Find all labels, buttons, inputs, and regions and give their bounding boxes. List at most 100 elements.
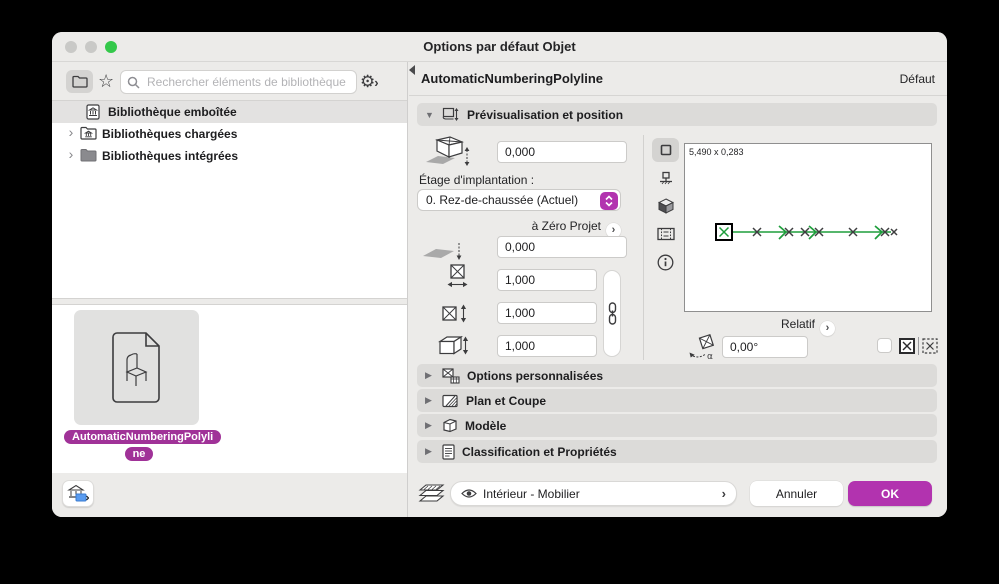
layers-icon	[418, 483, 445, 508]
folder-icon	[80, 148, 97, 165]
front-view-icon	[659, 171, 672, 185]
info-icon	[657, 254, 674, 270]
tree-item-embedded-library[interactable]: Bibliothèque emboîtée	[52, 101, 407, 123]
home-story-label: Étage d'implantation :	[419, 173, 535, 187]
anchor-dashed-icon[interactable]	[921, 337, 939, 355]
disclosure-closed-icon[interactable]: ▶	[425, 370, 435, 381]
tree-item-label: Bibliothèque emboîtée	[108, 105, 237, 119]
anchor-point-toggle	[898, 337, 939, 355]
relative-menu-button[interactable]: ›	[820, 320, 835, 336]
section-classification-properties[interactable]: ▶ Classification et Propriétés	[417, 440, 937, 463]
layer-value: Intérieur - Mobilier	[483, 486, 580, 501]
disclosure-closed-icon[interactable]: ▶	[425, 446, 435, 457]
elevation-input[interactable]	[497, 141, 627, 163]
view-info-button[interactable]	[652, 250, 679, 274]
chevron-right-icon: ›	[374, 74, 379, 90]
section-title: Options personnalisées	[467, 368, 604, 383]
expand-chevron-icon[interactable]: ›	[64, 146, 78, 162]
preview-dimensions-label: 5,490 x 0,283	[689, 147, 744, 157]
segment-divider	[918, 337, 919, 355]
depth-icon	[437, 335, 469, 361]
depth-input[interactable]	[497, 335, 597, 357]
chevron-right-icon: ›	[721, 486, 726, 501]
width-input[interactable]	[497, 269, 597, 291]
tree-item-loaded-libraries[interactable]: › Bibliothèques chargées	[52, 123, 407, 145]
view-movie-button[interactable]	[652, 222, 679, 246]
section-title: Modèle	[465, 418, 507, 433]
dialog-window: Options par défaut Objet ☆ ⚙› Bibliothèq…	[52, 32, 947, 517]
header-divider	[409, 95, 947, 96]
disclosure-open-icon[interactable]: ▼	[425, 110, 435, 120]
square-2d-icon	[660, 144, 671, 156]
elevation-to-story-icon	[424, 134, 472, 172]
view-3d-button[interactable]	[652, 194, 679, 218]
chain-link-icon	[608, 302, 616, 325]
object-settings-panel: AutomaticNumberingPolyline Défaut ▼ Prév…	[409, 62, 947, 517]
preview-position-icon	[442, 107, 459, 121]
section-plan-section[interactable]: ▶ Plan et Coupe	[417, 389, 937, 412]
search-field[interactable]	[120, 70, 357, 94]
rotation-input[interactable]	[722, 336, 808, 358]
section-title: Prévisualisation et position	[467, 107, 624, 122]
custom-settings-icon	[442, 367, 460, 384]
plan-section-icon	[442, 394, 458, 407]
bank-manager-icon	[67, 484, 89, 502]
object-thumbnail[interactable]	[74, 310, 199, 425]
gsm-document-chair-icon	[111, 331, 160, 403]
search-icon	[127, 76, 140, 89]
rotation-angle-icon: α	[687, 333, 719, 365]
tree-item-label: Bibliothèques chargées	[102, 127, 238, 141]
stepper-icon[interactable]	[600, 191, 618, 210]
relative-row: Relatif ›	[684, 317, 932, 336]
svg-text:α: α	[707, 352, 713, 360]
view-front-button[interactable]	[652, 166, 679, 190]
section-custom-settings[interactable]: ▶ Options personnalisées	[417, 364, 937, 387]
document-lines-icon	[442, 443, 455, 460]
library-manager-button[interactable]	[62, 480, 94, 507]
disclosure-closed-icon[interactable]: ▶	[425, 420, 435, 431]
settings-button[interactable]: ⚙ ›	[360, 70, 394, 94]
relative-label: Relatif	[780, 317, 815, 331]
width-icon	[447, 264, 468, 294]
folder-icon	[71, 75, 88, 88]
film-strip-icon	[656, 227, 675, 241]
favorites-star-icon[interactable]: ☆	[98, 69, 114, 93]
default-label: Défaut	[899, 72, 935, 86]
layer-dropdown[interactable]: Intérieur - Mobilier ›	[450, 481, 737, 506]
sidebar-divider	[52, 298, 407, 305]
object-name-tag: AutomaticNumberingPolyline	[64, 428, 222, 462]
reference-level-row: à Zéro Projet ›	[417, 219, 621, 238]
ok-button[interactable]: OK	[848, 481, 932, 506]
disclosure-closed-icon[interactable]: ▶	[425, 395, 435, 406]
titlebar: Options par défaut Objet	[52, 32, 947, 62]
section-title: Classification et Propriétés	[462, 444, 617, 459]
height-icon	[442, 304, 469, 328]
numbering-polyline-preview	[715, 223, 898, 241]
home-story-dropdown[interactable]: 0. Rez-de-chaussée (Actuel)	[417, 189, 621, 211]
section-model[interactable]: ▶ Modèle	[417, 414, 937, 437]
mirror-checkbox[interactable]	[877, 338, 892, 353]
object-preview-panel: AutomaticNumberingPolyline	[52, 305, 407, 473]
search-input[interactable]	[145, 74, 350, 90]
anchor-solid-icon[interactable]	[898, 337, 916, 355]
eye-icon	[461, 489, 477, 498]
section-preview-position[interactable]: ▼ Prévisualisation et position	[417, 103, 937, 126]
library-tree: Bibliothèque emboîtée › Bibliothèques ch…	[52, 101, 407, 298]
folder-view-button[interactable]	[66, 70, 93, 93]
expand-chevron-icon[interactable]: ›	[64, 124, 78, 140]
gear-icon: ⚙	[360, 72, 376, 91]
cancel-button[interactable]: Annuler	[750, 481, 843, 506]
model-cube-icon	[443, 418, 457, 433]
cube-3d-icon	[657, 198, 674, 214]
collapse-sidebar-arrow-icon[interactable]	[409, 65, 415, 75]
view-2d-symbol-button[interactable]	[652, 138, 679, 162]
window-title: Options par défaut Objet	[423, 39, 576, 54]
link-proportions-button[interactable]	[603, 270, 621, 357]
offset-input[interactable]	[497, 236, 627, 258]
tree-item-builtin-libraries[interactable]: › Bibliothèques intégrées	[52, 145, 407, 167]
height-input[interactable]	[497, 302, 597, 324]
object-preview-viewport[interactable]: 5,490 x 0,283	[684, 143, 932, 312]
zero-ref-label: à Zéro Projet	[531, 219, 601, 233]
tree-item-label: Bibliothèques intégrées	[102, 149, 239, 163]
offset-to-level-icon	[421, 240, 467, 267]
